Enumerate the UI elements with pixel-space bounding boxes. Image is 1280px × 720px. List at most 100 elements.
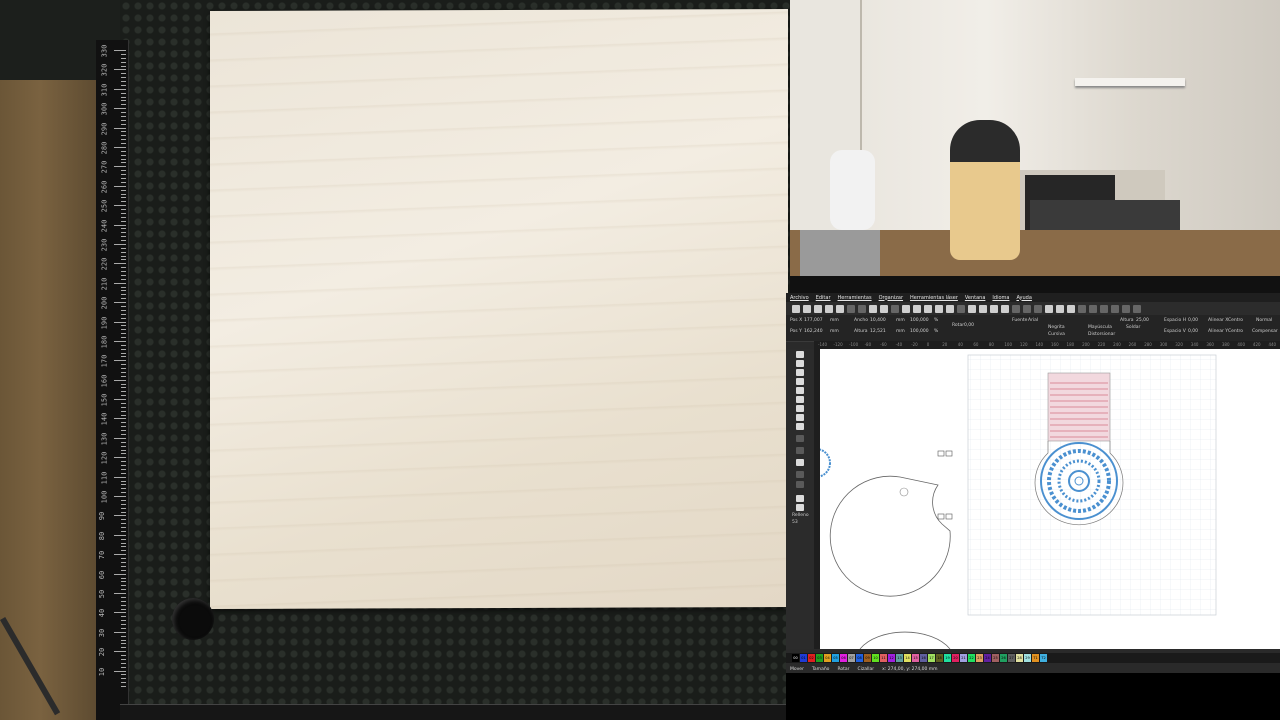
zoom-out-icon[interactable] xyxy=(924,304,932,313)
lock-tool-icon[interactable] xyxy=(796,504,804,511)
position-tool-icon[interactable] xyxy=(796,414,804,421)
weld-tool-icon[interactable] xyxy=(796,447,804,454)
palette-swatch-02[interactable]: 02 xyxy=(808,654,815,662)
redo-icon[interactable] xyxy=(858,304,866,313)
rectangle-tool-icon[interactable] xyxy=(796,369,804,376)
menu-ventana[interactable]: Ventana xyxy=(965,295,986,301)
lock-icon[interactable] xyxy=(979,304,987,313)
altura-value[interactable]: 25,00 xyxy=(1136,318,1149,323)
palette-swatch-16[interactable]: 16 xyxy=(920,654,927,662)
save-icon[interactable] xyxy=(814,304,822,313)
palette-swatch-11[interactable]: 11 xyxy=(880,654,887,662)
palette-swatch-17[interactable]: 17 xyxy=(928,654,935,662)
align-left-icon[interactable] xyxy=(1012,304,1020,313)
palette-swatch-01[interactable]: 01 xyxy=(800,654,807,662)
status-rotar[interactable]: Rotar xyxy=(837,667,849,672)
ancho-value[interactable]: 10,400 xyxy=(870,318,886,323)
flip-icon[interactable] xyxy=(1111,304,1119,313)
zoom-fit-icon[interactable] xyxy=(935,304,943,313)
palette-swatch-09[interactable]: 09 xyxy=(864,654,871,662)
design-canvas[interactable] xyxy=(820,349,1280,649)
pos-x-value[interactable]: 177,007 xyxy=(804,318,823,323)
paste-icon[interactable] xyxy=(880,304,888,313)
palette-swatch-23[interactable]: 23 xyxy=(976,654,983,662)
espacio-v-value[interactable]: 0,00 xyxy=(1188,329,1198,334)
alto-value[interactable]: 12,521 xyxy=(870,329,886,334)
save-as-icon[interactable] xyxy=(825,304,833,313)
camera-icon[interactable] xyxy=(957,304,965,313)
gear-icon[interactable] xyxy=(990,304,998,313)
palette-swatch-25[interactable]: 25 xyxy=(992,654,999,662)
palette-swatch-12[interactable]: 12 xyxy=(888,654,895,662)
soldar-option[interactable]: Soldar xyxy=(1126,325,1140,330)
open-file-icon[interactable] xyxy=(803,304,811,313)
menu-editar[interactable]: Editar xyxy=(816,295,831,301)
edit-nodes-icon[interactable] xyxy=(796,360,804,367)
polygon-tool-icon[interactable] xyxy=(796,387,804,394)
palette-swatch-18[interactable]: 18 xyxy=(936,654,943,662)
scale-y-value[interactable]: 100,000 xyxy=(910,329,929,334)
negrita-option[interactable]: Negrita xyxy=(1048,325,1065,330)
palette-swatch-00[interactable]: 00 xyxy=(792,654,799,662)
palette-swatch-T1[interactable]: T1 xyxy=(1032,654,1039,662)
palette-swatch-06[interactable]: 06 xyxy=(840,654,847,662)
palette-swatch-21[interactable]: 21 xyxy=(960,654,967,662)
target-icon[interactable] xyxy=(1067,304,1075,313)
distribute-v-icon[interactable] xyxy=(1089,304,1097,313)
alinear-x-select[interactable]: Centro xyxy=(1228,318,1243,323)
menu-archivo[interactable]: Archivo xyxy=(790,295,809,301)
menu-herramientas[interactable]: Herramientas xyxy=(838,295,872,301)
palette-swatch-15[interactable]: 15 xyxy=(912,654,919,662)
palette-swatch-03[interactable]: 03 xyxy=(816,654,823,662)
offset-tool-icon[interactable] xyxy=(796,435,804,442)
undo-icon[interactable] xyxy=(847,304,855,313)
palette-swatch-08[interactable]: 08 xyxy=(856,654,863,662)
menu-idioma[interactable]: Idioma xyxy=(992,295,1009,301)
status-mover[interactable]: Mover xyxy=(790,667,804,672)
palette-swatch-24[interactable]: 24 xyxy=(984,654,991,662)
fuente-value[interactable]: Arial xyxy=(1028,318,1038,323)
palette-swatch-22[interactable]: 22 xyxy=(968,654,975,662)
delete-icon[interactable] xyxy=(891,304,899,313)
monitor-icon[interactable] xyxy=(968,304,976,313)
distorsionar-option[interactable]: Distorsionar xyxy=(1088,332,1115,337)
line-tool-icon[interactable] xyxy=(796,396,804,403)
palette-swatch-28[interactable]: 28 xyxy=(1016,654,1023,662)
frame-icon[interactable] xyxy=(946,304,954,313)
palette-swatch-20[interactable]: 20 xyxy=(952,654,959,662)
mayuscula-option[interactable]: Mayúscula xyxy=(1088,325,1112,330)
cursiva-option[interactable]: Cursiva xyxy=(1048,332,1065,337)
menu-herramientas-laser[interactable]: Herramientas láser xyxy=(910,295,958,301)
rotar-value[interactable]: 0,00 xyxy=(964,323,974,328)
compensar-option[interactable]: Compensar xyxy=(1252,329,1278,334)
copy-along-path-icon[interactable] xyxy=(796,459,804,466)
scale-x-value[interactable]: 100,000 xyxy=(910,318,929,323)
text-tool-icon[interactable] xyxy=(796,405,804,412)
palette-swatch-29[interactable]: 29 xyxy=(1024,654,1031,662)
normal-select[interactable]: Normal xyxy=(1256,318,1272,323)
align-right-icon[interactable] xyxy=(1034,304,1042,313)
rotate-tool-icon[interactable] xyxy=(796,495,804,502)
palette-swatch-T2[interactable]: T2 xyxy=(1040,654,1047,662)
circle-cutout-shape[interactable] xyxy=(829,450,953,597)
copy-icon[interactable] xyxy=(869,304,877,313)
palette-swatch-07[interactable]: 07 xyxy=(848,654,855,662)
palette-swatch-10[interactable]: 10 xyxy=(872,654,879,662)
grid-array-icon[interactable] xyxy=(796,471,804,478)
ellipse-tool-icon[interactable] xyxy=(796,378,804,385)
select-tool-icon[interactable] xyxy=(796,351,804,358)
pen-tool-icon[interactable] xyxy=(796,423,804,430)
palette-swatch-13[interactable]: 13 xyxy=(896,654,903,662)
zoom-in-icon[interactable] xyxy=(913,304,921,313)
status-cizallar[interactable]: Cizallar xyxy=(858,667,875,672)
pos-y-value[interactable]: 162,240 xyxy=(804,329,823,334)
move-icon[interactable] xyxy=(902,304,910,313)
array-icon[interactable] xyxy=(1133,304,1141,313)
nudge-icon[interactable] xyxy=(1100,304,1108,313)
new-file-icon[interactable] xyxy=(792,304,800,313)
palette-swatch-14[interactable]: 14 xyxy=(904,654,911,662)
palette-swatch-05[interactable]: 05 xyxy=(832,654,839,662)
espacio-h-value[interactable]: 0,00 xyxy=(1188,318,1198,323)
ungroup-icon[interactable] xyxy=(1056,304,1064,313)
distribute-h-icon[interactable] xyxy=(1078,304,1086,313)
